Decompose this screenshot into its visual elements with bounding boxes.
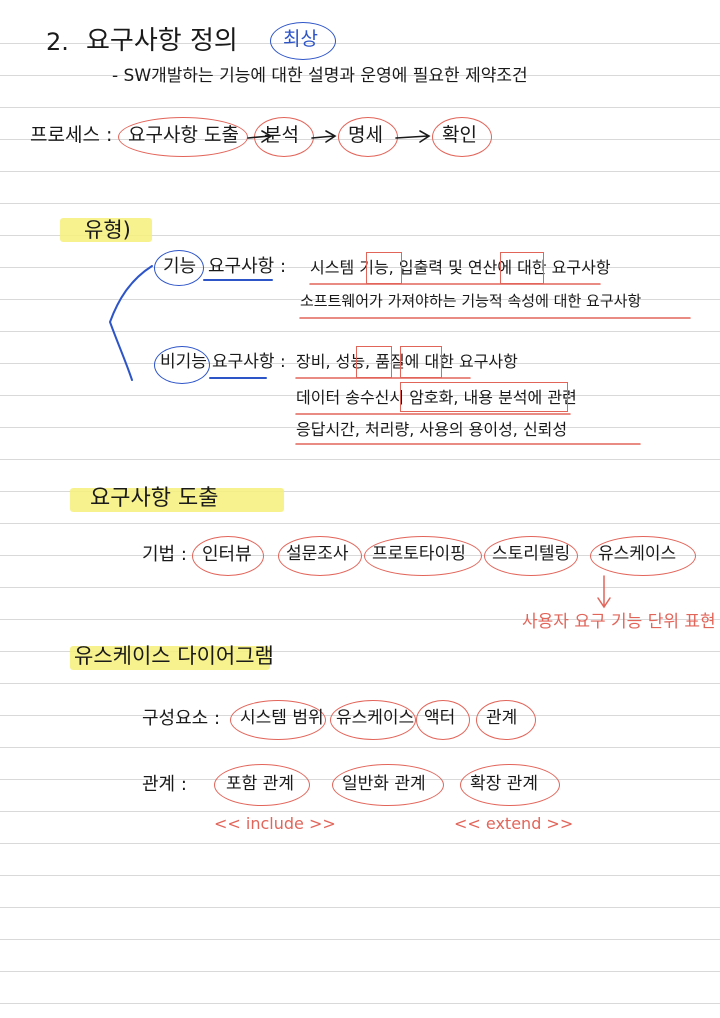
- component-4: 관계: [486, 708, 518, 728]
- method-2: 설문조사: [286, 544, 349, 564]
- functional-line-1: 시스템 기능, 입출력 및 연산에 대한 요구사항: [310, 258, 611, 277]
- process-step-2: 분석: [264, 124, 299, 146]
- nonfunctional-label: 비기능: [160, 352, 207, 372]
- process-arrow-3: [395, 130, 431, 143]
- component-2: 유스케이스: [336, 708, 415, 728]
- usecase-note-arrow: [597, 575, 611, 609]
- nonfunctional-line-3: 응답시간, 처리량, 사용의 용이성, 신뢰성: [296, 420, 568, 439]
- method-3: 프로토타이핑: [372, 544, 466, 564]
- relations-label: 관계 :: [142, 774, 187, 795]
- keyword-box: [400, 382, 568, 412]
- keyword-box: [366, 252, 402, 284]
- relation-3: 확장 관계: [470, 774, 538, 794]
- functional-label: 기능: [163, 256, 197, 277]
- method-5: 유스케이스: [598, 544, 677, 564]
- relation-2: 일반화 관계: [342, 774, 426, 794]
- types-brace: [108, 265, 153, 381]
- method-1: 인터뷰: [202, 544, 252, 565]
- section-number: 2.: [46, 28, 69, 56]
- components-label: 구성요소 :: [142, 708, 221, 729]
- functional-line-2: 소프트웨어가 가져야하는 기능적 속성에 대한 요구사항: [300, 292, 642, 310]
- section-title: 요구사항 정의: [86, 26, 238, 56]
- keyword-box: [500, 252, 544, 284]
- definition-text: - SW개발하는 기능에 대한 설명과 운영에 필요한 제약조건: [112, 66, 528, 86]
- method-4: 스토리텔링: [492, 544, 571, 564]
- include-tag: << include >>: [214, 814, 336, 833]
- relation-1: 포함 관계: [226, 774, 294, 794]
- elicitation-heading: 요구사항 도출: [90, 486, 219, 511]
- process-label: 프로세스 :: [30, 124, 113, 146]
- usecase-heading: 유스케이스 다이어그램: [74, 644, 274, 668]
- methods-label: 기법 :: [142, 544, 187, 565]
- extend-tag: << extend >>: [454, 814, 574, 833]
- process-step-3: 명세: [348, 124, 383, 146]
- keyword-box: [400, 346, 442, 378]
- keyword-box: [356, 346, 392, 378]
- functional-suffix: 요구사항 :: [208, 256, 287, 277]
- process-arrow-2: [311, 130, 337, 143]
- importance-badge: 최상: [283, 28, 318, 50]
- types-heading: 유형): [84, 218, 131, 242]
- component-1: 시스템 범위: [240, 708, 324, 728]
- process-step-4: 확인: [442, 124, 477, 146]
- nonfunctional-suffix: 요구사항 :: [212, 352, 286, 372]
- usecase-note: 사용자 요구 기능 단위 표현: [522, 612, 716, 632]
- process-step-1: 요구사항 도출: [128, 124, 239, 146]
- notebook-page: 2. 요구사항 정의 최상 - SW개발하는 기능에 대한 설명과 운영에 필요…: [0, 0, 720, 1018]
- component-3: 액터: [424, 708, 456, 728]
